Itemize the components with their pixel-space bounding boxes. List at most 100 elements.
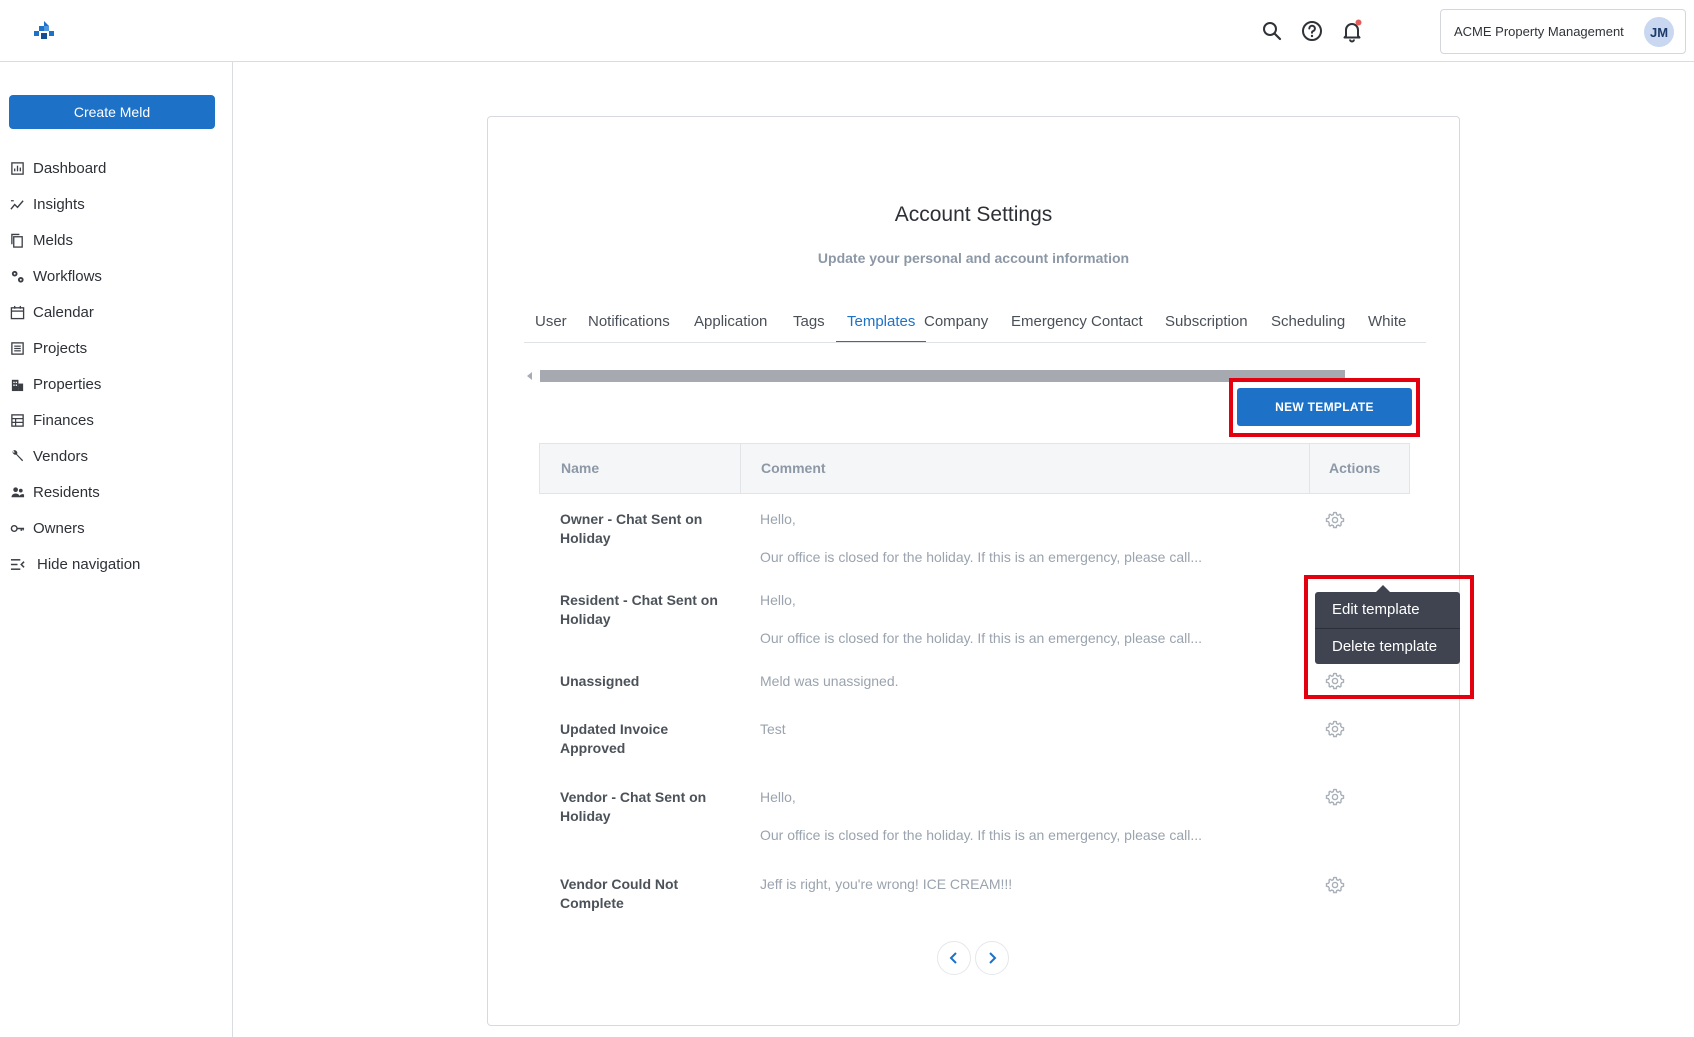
gear-icon[interactable] [1325, 510, 1345, 530]
avatar[interactable]: JM [1644, 17, 1674, 47]
collapse-menu-icon [10, 557, 25, 572]
account-switcher[interactable]: ACME Property Management JM [1440, 9, 1686, 54]
header-actions: Actions [1329, 460, 1381, 476]
comment-line: Hello, [760, 789, 796, 805]
comment-line: Test [760, 721, 786, 737]
scrollbar-thumb[interactable] [540, 370, 1345, 382]
properties-icon [10, 377, 25, 392]
comment-line: Our office is closed for the holiday. If… [760, 827, 1202, 843]
tab-user[interactable]: User [535, 301, 567, 342]
sidebar-item-owners[interactable]: Owners [0, 510, 232, 546]
sidebar-item-label: Projects [33, 339, 88, 357]
tab-white[interactable]: White [1368, 301, 1406, 342]
sidebar-item-dashboard[interactable]: Dashboard [0, 150, 232, 186]
hide-navigation-label: Hide navigation [37, 555, 141, 573]
comment-line: Hello, [760, 592, 796, 608]
tab-company[interactable]: Company [924, 301, 988, 342]
sidebar-item-residents[interactable]: Residents [0, 474, 232, 510]
tab-templates[interactable]: Templates [836, 301, 927, 342]
template-name: Unassigned [560, 673, 640, 689]
gear-icon[interactable] [1325, 719, 1345, 739]
tab-notifications[interactable]: Notifications [588, 301, 670, 342]
melds-icon [10, 233, 25, 248]
sidebar-item-label: Properties [33, 375, 102, 393]
highlight-box [1229, 378, 1420, 437]
help-icon[interactable] [1300, 19, 1324, 43]
header-name: Name [561, 460, 600, 476]
next-page-button[interactable] [975, 941, 1009, 975]
sidebar: Create Meld Dashboard Insights Melds Wor… [0, 62, 233, 1037]
account-name: ACME Property Management [1454, 24, 1624, 39]
sidebar-nav: Dashboard Insights Melds Workflows Calen… [0, 150, 232, 582]
vendors-icon [10, 449, 25, 464]
chevron-right-icon [989, 952, 997, 964]
template-name: Resident - Chat Sent on Holiday [560, 592, 718, 627]
tab-application[interactable]: Application [694, 301, 767, 342]
header-comment: Comment [761, 460, 826, 476]
finances-icon [10, 413, 25, 428]
sidebar-item-label: Dashboard [33, 159, 107, 177]
comment-line: Jeff is right, you're wrong! ICE CREAM!!… [760, 876, 1013, 892]
sidebar-item-label: Melds [33, 231, 74, 249]
residents-icon [10, 485, 25, 500]
settings-tabs: User Notifications Application Tags Temp… [524, 301, 1426, 343]
chevron-left-icon [949, 952, 957, 964]
template-name: Owner - Chat Sent on Holiday [560, 511, 703, 546]
template-comment: Hello, Our office is closed for the holi… [760, 788, 1270, 845]
sidebar-item-label: Workflows [33, 267, 102, 285]
table-header: Name Comment Actions [539, 443, 1410, 494]
tab-emergency-contact[interactable]: Emergency Contact [1011, 301, 1143, 342]
create-meld-button[interactable]: Create Meld [9, 95, 215, 129]
owners-icon [10, 521, 25, 536]
sidebar-item-melds[interactable]: Melds [0, 222, 232, 258]
sidebar-item-projects[interactable]: Projects [0, 330, 232, 366]
projects-icon [10, 341, 25, 356]
comment-line: Our office is closed for the holiday. If… [760, 630, 1202, 646]
comment-line: Our office is closed for the holiday. If… [760, 549, 1202, 565]
calendar-icon [10, 305, 25, 320]
sidebar-item-label: Calendar [33, 303, 94, 321]
sidebar-item-vendors[interactable]: Vendors [0, 438, 232, 474]
template-comment: Hello, Our office is closed for the holi… [760, 591, 1270, 648]
tab-tags[interactable]: Tags [793, 301, 825, 342]
gear-icon[interactable] [1325, 875, 1345, 895]
page-title: Account Settings [894, 203, 1053, 226]
sidebar-item-label: Owners [33, 519, 85, 537]
header-divider [1309, 444, 1310, 493]
header-divider [740, 444, 741, 493]
tab-subscription[interactable]: Subscription [1165, 301, 1248, 342]
sidebar-item-label: Finances [33, 411, 94, 429]
top-bar: ACME Property Management JM [0, 0, 1694, 62]
insights-icon [10, 197, 25, 212]
property-meld-logo[interactable] [32, 19, 56, 43]
templates-table: Name Comment Actions Owner - Chat Sent o… [539, 443, 1474, 911]
gear-icon[interactable] [1325, 787, 1345, 807]
template-name: Updated Invoice Approved [560, 721, 669, 756]
comment-line: Hello, [760, 511, 796, 527]
previous-page-button[interactable] [937, 941, 971, 975]
scroll-left-arrow-icon[interactable] [527, 372, 532, 380]
bell-icon[interactable] [1340, 19, 1364, 43]
template-comment: Hello, Our office is closed for the holi… [760, 510, 1270, 567]
sidebar-item-workflows[interactable]: Workflows [0, 258, 232, 294]
sidebar-item-properties[interactable]: Properties [0, 366, 232, 402]
sidebar-item-finances[interactable]: Finances [0, 402, 232, 438]
page-subtitle: Update your personal and account informa… [817, 250, 1130, 266]
hide-navigation-button[interactable]: Hide navigation [0, 546, 232, 582]
template-name: Vendor Could Not Complete [560, 876, 679, 911]
gear-icon[interactable] [1325, 671, 1345, 691]
template-comment: Meld was unassigned. [760, 672, 1270, 691]
search-icon[interactable] [1260, 19, 1284, 43]
sidebar-item-calendar[interactable]: Calendar [0, 294, 232, 330]
comment-line: Meld was unassigned. [760, 673, 899, 689]
sidebar-item-insights[interactable]: Insights [0, 186, 232, 222]
template-comment: Jeff is right, you're wrong! ICE CREAM!!… [760, 875, 1270, 894]
tab-scheduling[interactable]: Scheduling [1271, 301, 1345, 342]
sidebar-item-label: Vendors [33, 447, 89, 465]
template-comment: Test [760, 720, 1270, 739]
sidebar-item-label: Insights [33, 195, 85, 213]
dashboard-icon [10, 161, 25, 176]
sidebar-item-label: Residents [33, 483, 100, 501]
template-name: Vendor - Chat Sent on Holiday [560, 789, 707, 824]
pagination [937, 941, 1011, 975]
